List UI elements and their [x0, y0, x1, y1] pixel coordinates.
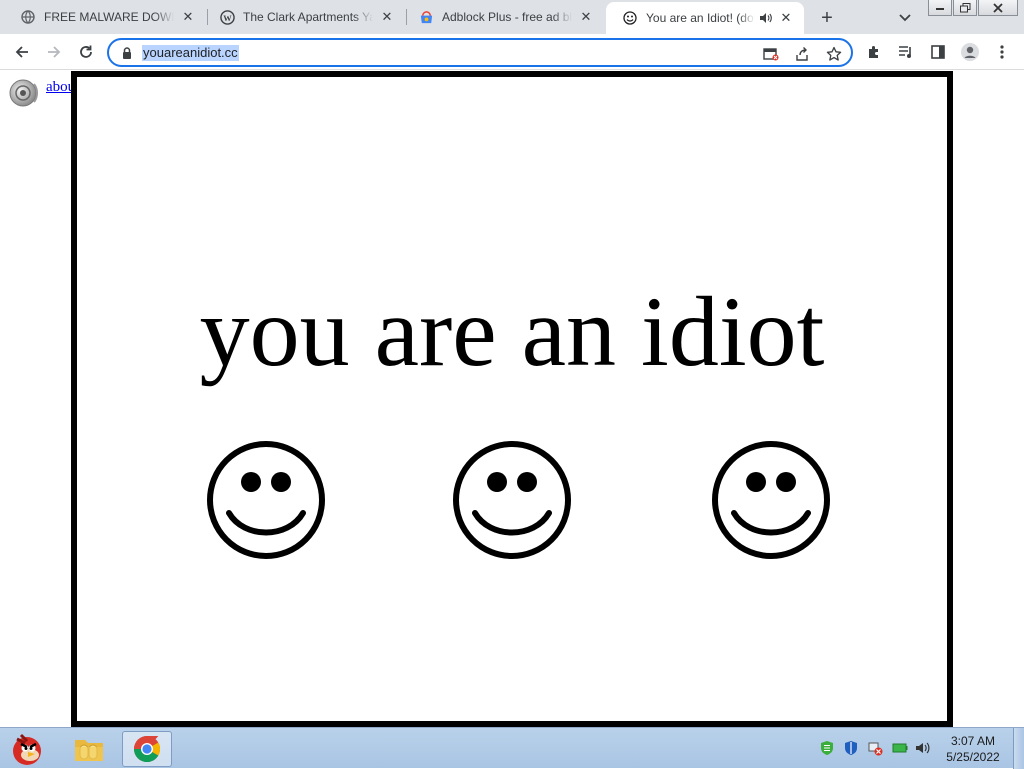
- tab-malware[interactable]: FREE MALWARE DOWNLOAD ✕: [4, 0, 206, 34]
- address-bar[interactable]: youareanidiot.cc: [107, 38, 853, 67]
- media-control-button[interactable]: [894, 40, 918, 64]
- popup-blocked-icon[interactable]: [761, 44, 781, 64]
- security-shield-icon[interactable]: [843, 740, 859, 756]
- share-icon[interactable]: [792, 44, 812, 64]
- tab-you-are-an-idiot[interactable]: You are an Idiot! (dotcom) ✕: [606, 2, 804, 34]
- close-icon[interactable]: ✕: [379, 9, 395, 25]
- new-tab-button[interactable]: +: [815, 6, 839, 30]
- smiley-face-icon: [453, 441, 571, 559]
- chrome-web-store-icon: [418, 9, 434, 25]
- angry-birds-app[interactable]: [2, 731, 52, 767]
- reload-icon: [80, 45, 92, 58]
- puzzle-icon: [869, 46, 878, 58]
- browser-toolbar: youareanidiot.cc: [0, 34, 1024, 70]
- avatar-icon: [961, 43, 979, 61]
- speaker-icon: [9, 79, 38, 107]
- chrome-icon: [133, 736, 161, 763]
- kebab-menu-icon: [1000, 45, 1004, 59]
- tab-clark-apartments[interactable]: W The Clark Apartments Yard ✕: [203, 0, 405, 34]
- extensions-button[interactable]: [862, 40, 886, 64]
- tab-title: You are an Idiot! (dotcom): [646, 11, 755, 25]
- volume-icon[interactable]: [915, 740, 931, 756]
- bookmark-star-icon[interactable]: [824, 44, 844, 64]
- page-content: about flash you are an idiot: [0, 71, 1024, 727]
- side-panel-button[interactable]: [926, 40, 950, 64]
- arrow-left-icon: [15, 46, 28, 58]
- side-panel-icon: [931, 45, 945, 59]
- system-clock[interactable]: 3:07 AM 5/25/2022: [940, 733, 1006, 765]
- windows-taskbar: 3:07 AM 5/25/2022: [0, 727, 1024, 769]
- tab-adblock-plus[interactable]: Adblock Plus - free ad blocker ✕: [402, 0, 604, 34]
- chrome-app[interactable]: [122, 731, 172, 767]
- clock-time: 3:07 AM: [950, 734, 996, 748]
- lock-icon[interactable]: [120, 46, 134, 60]
- reload-button[interactable]: [74, 40, 98, 64]
- smiley-face-icon: [207, 441, 325, 559]
- tab-search-chevron-down-icon[interactable]: [895, 8, 915, 28]
- headline-text: you are an idiot: [199, 276, 825, 387]
- minimize-button[interactable]: [928, 0, 952, 16]
- close-window-button[interactable]: [978, 0, 1018, 16]
- network-error-icon[interactable]: [867, 740, 883, 756]
- menu-button[interactable]: [990, 40, 1014, 64]
- file-explorer-icon: [75, 740, 103, 761]
- arrow-right-icon: [48, 46, 61, 58]
- smiley-icon: [622, 10, 638, 26]
- close-icon[interactable]: ✕: [578, 9, 594, 25]
- close-icon[interactable]: ✕: [778, 10, 794, 26]
- tab-title: The Clark Apartments Yard: [243, 10, 373, 24]
- angry-birds-icon: [13, 733, 41, 765]
- smiley-face-icon: [712, 441, 830, 559]
- media-queue-icon: [899, 46, 911, 58]
- restore-button[interactable]: [953, 0, 977, 16]
- close-icon[interactable]: ✕: [180, 9, 196, 25]
- back-button[interactable]: [10, 40, 34, 64]
- tab-title: FREE MALWARE DOWNLOAD: [44, 10, 174, 24]
- profile-button[interactable]: [958, 40, 982, 64]
- battery-icon[interactable]: [892, 740, 908, 756]
- speaker-icon[interactable]: [759, 11, 772, 25]
- url-text[interactable]: youareanidiot.cc: [142, 45, 239, 61]
- wordpress-icon: W: [219, 9, 235, 25]
- show-desktop-button[interactable]: [1013, 728, 1024, 769]
- forward-button[interactable]: [42, 40, 66, 64]
- clock-date: 5/25/2022: [946, 750, 1000, 764]
- globe-icon: [20, 9, 36, 25]
- shield-icon[interactable]: [819, 740, 835, 756]
- flash-frame: you are an idiot: [71, 71, 953, 727]
- tab-strip: FREE MALWARE DOWNLOAD ✕ W The Clark Apar…: [0, 0, 1024, 34]
- svg-text:W: W: [223, 12, 232, 22]
- file-explorer-app[interactable]: [64, 731, 114, 767]
- tab-title: Adblock Plus - free ad blocker: [442, 10, 572, 24]
